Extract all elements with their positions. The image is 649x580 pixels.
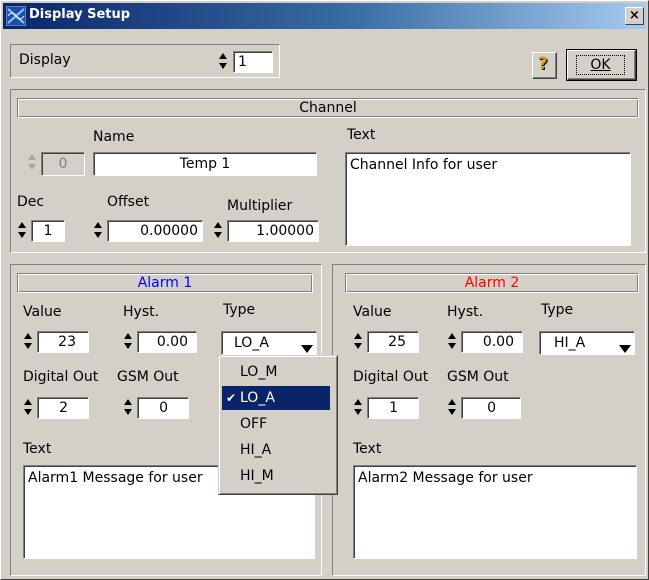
- dec-spinner[interactable]: [17, 220, 27, 240]
- multiplier-label: Multiplier: [227, 198, 293, 214]
- alarm2-type-value: HI_A: [554, 335, 586, 351]
- checkmark-icon: ✔: [226, 391, 237, 405]
- alarm2-type-dropdown[interactable]: HI_A: [539, 331, 635, 355]
- menu-item-hi-a[interactable]: HI_A: [222, 438, 330, 462]
- alarm1-header: Alarm 1: [17, 273, 313, 293]
- alarm2-gsm-out-label: GSM Out: [447, 369, 509, 385]
- dec-label: Dec: [17, 194, 45, 210]
- multiplier-spinner[interactable]: [213, 220, 223, 240]
- channel-header: Channel: [17, 98, 639, 118]
- display-label: Display: [19, 52, 71, 68]
- alarm2-hyst-label: Hyst.: [447, 304, 484, 320]
- menu-item-lo-a[interactable]: ✔ LO_A: [222, 386, 330, 410]
- window-title: Display Setup: [29, 7, 131, 22]
- chevron-down-icon[interactable]: [619, 339, 631, 354]
- offset-spinner[interactable]: [93, 220, 103, 240]
- alarm2-digital-out-label: Digital Out: [353, 369, 429, 385]
- alarm1-digital-out-spinner[interactable]: [23, 397, 33, 417]
- alarm1-gsm-out-field[interactable]: 0: [137, 397, 189, 419]
- alarm1-gsm-out-label: GSM Out: [117, 369, 179, 385]
- alarm2-gsm-out-spinner[interactable]: [447, 397, 457, 417]
- alarm2-value-label: Value: [353, 304, 392, 320]
- channel-text-area[interactable]: Channel Info for user: [345, 152, 631, 246]
- alarm1-value-spinner[interactable]: [23, 331, 33, 351]
- channel-group: Channel Name Text 0 Temp 1 Channel Info …: [10, 89, 646, 253]
- chevron-down-icon[interactable]: [301, 339, 313, 354]
- multiplier-field[interactable]: 1.00000: [227, 220, 319, 242]
- type-dropdown-menu: LO_M ✔ LO_A OFF HI_A HI_M: [218, 355, 338, 495]
- name-label: Name: [93, 129, 135, 145]
- alarm1-value-field[interactable]: 23: [37, 331, 89, 353]
- alarm2-text-label: Text: [353, 441, 382, 457]
- alarm2-hyst-spinner[interactable]: [447, 331, 457, 351]
- alarm1-hyst-label: Hyst.: [123, 304, 160, 320]
- offset-label: Offset: [107, 194, 150, 210]
- title-bar[interactable]: Display Setup ×: [3, 3, 646, 29]
- alarm1-digital-out-field[interactable]: 2: [37, 397, 89, 419]
- dec-field[interactable]: 1: [31, 220, 65, 242]
- alarm2-hyst-field[interactable]: 0.00: [461, 331, 523, 353]
- alarm1-digital-out-label: Digital Out: [23, 369, 99, 385]
- channel-name-field[interactable]: Temp 1: [93, 152, 317, 176]
- alarm2-group: Alarm 2 Value Hyst. Type 25 0.00 HI_A Di…: [332, 264, 646, 576]
- channel-index-field: 0: [41, 152, 85, 176]
- menu-item-off[interactable]: OFF: [222, 412, 330, 436]
- alarm1-hyst-spinner[interactable]: [123, 331, 133, 351]
- alarm1-text-label: Text: [23, 441, 52, 457]
- display-spinner[interactable]: [218, 51, 228, 71]
- alarm1-hyst-field[interactable]: 0.00: [137, 331, 197, 353]
- alarm1-type-value: LO_A: [234, 335, 269, 351]
- ok-label: OK: [576, 55, 625, 75]
- display-number-field[interactable]: 1: [233, 51, 273, 73]
- menu-item-hi-m[interactable]: HI_M: [222, 464, 330, 488]
- alarm1-value-label: Value: [23, 304, 62, 320]
- alarm2-digital-out-spinner[interactable]: [353, 397, 363, 417]
- channel-index-spinner[interactable]: [27, 152, 37, 172]
- ok-button[interactable]: OK: [566, 49, 637, 81]
- alarm2-gsm-out-field[interactable]: 0: [461, 397, 521, 419]
- channel-text-label: Text: [347, 127, 376, 143]
- help-icon: ?: [538, 54, 548, 74]
- app-icon: [5, 5, 27, 27]
- alarm2-header: Alarm 2: [345, 273, 639, 293]
- close-button[interactable]: ×: [625, 7, 644, 25]
- menu-item-lo-m[interactable]: LO_M: [222, 360, 330, 384]
- alarm2-value-spinner[interactable]: [353, 331, 363, 351]
- help-button[interactable]: ?: [532, 52, 557, 79]
- alarm2-text-area[interactable]: Alarm2 Message for user: [353, 465, 637, 559]
- display-setup-window: Display Setup × Display 1 ? OK Channel N…: [0, 0, 649, 580]
- display-selector-panel: Display 1: [10, 44, 280, 78]
- alarm1-type-label: Type: [223, 302, 256, 318]
- alarm2-type-label: Type: [541, 302, 574, 318]
- alarm1-type-dropdown[interactable]: LO_A: [221, 331, 317, 355]
- alarm2-value-field[interactable]: 25: [367, 331, 419, 353]
- offset-field[interactable]: 0.00000: [107, 220, 203, 242]
- alarm1-gsm-out-spinner[interactable]: [123, 397, 133, 417]
- alarm2-digital-out-field[interactable]: 1: [367, 397, 419, 419]
